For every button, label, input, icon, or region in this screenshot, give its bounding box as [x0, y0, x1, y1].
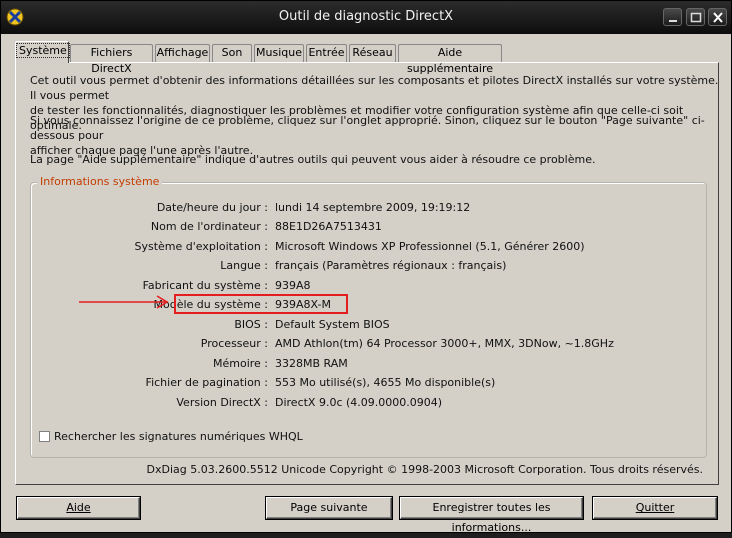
- annotation-highlight-box: [174, 294, 348, 314]
- tab-entree[interactable]: Entrée: [306, 44, 347, 62]
- value-memoire: 3328MB RAM: [275, 357, 348, 370]
- value-fabricant: 939A8: [275, 279, 311, 292]
- title-bar[interactable]: Outil de diagnostic DirectX: [1, 1, 731, 34]
- maximize-icon: [690, 12, 702, 23]
- label-version-directx: Version DirectX :: [176, 396, 268, 409]
- maximize-button[interactable]: [686, 8, 705, 26]
- tab-systeme[interactable]: Système: [15, 41, 70, 63]
- copyright-footer: DxDiag 5.03.2600.5512 Unicode Copyright …: [146, 463, 703, 476]
- next-page-button[interactable]: Page suivante: [266, 497, 392, 519]
- group-title: Informations système: [37, 175, 163, 188]
- minimize-icon: [669, 20, 677, 22]
- label-processeur: Processeur :: [200, 337, 268, 350]
- label-pagination: Fichier de pagination :: [145, 376, 268, 389]
- whql-checkbox[interactable]: [39, 431, 50, 442]
- value-date-heure: lundi 14 septembre 2009, 19:19:12: [275, 201, 471, 214]
- label-langue: Langue :: [220, 259, 268, 272]
- tab-affichage[interactable]: Affichage: [155, 44, 210, 62]
- annotation-arrow-icon: [79, 295, 169, 309]
- value-langue: français (Paramètres régionaux : françai…: [275, 259, 507, 272]
- tab-reseau[interactable]: Réseau: [349, 44, 396, 62]
- save-all-info-button[interactable]: Enregistrer toutes les informations...: [400, 497, 583, 534]
- label-memoire: Mémoire :: [212, 357, 268, 370]
- dxdiag-window: Outil de diagnostic DirectX Système Fich…: [0, 0, 732, 534]
- quit-button[interactable]: Quitter: [593, 497, 717, 519]
- label-nom-ordinateur: Nom de l'ordinateur :: [150, 220, 268, 233]
- value-nom-ordinateur: 88E1D26A7513431: [275, 220, 382, 233]
- help-button[interactable]: Aide: [17, 497, 140, 519]
- value-bios: Default System BIOS: [275, 318, 390, 331]
- tab-aide-supplementaire[interactable]: Aide supplémentaire: [398, 44, 502, 75]
- close-button[interactable]: [708, 8, 727, 26]
- label-date-heure: Date/heure du jour :: [156, 201, 268, 214]
- value-pagination: 553 Mo utilisé(s), 4655 Mo disponible(s): [275, 376, 496, 389]
- value-version-directx: DirectX 9.0c (4.09.0000.0904): [275, 396, 443, 409]
- value-systeme-exploitation: Microsoft Windows XP Professionnel (5.1,…: [275, 240, 585, 253]
- minimize-button[interactable]: [663, 8, 682, 26]
- intro-paragraph-3: La page "Aide supplémentaire" indique d'…: [30, 153, 596, 166]
- label-systeme-exploitation: Système d'exploitation :: [134, 240, 268, 253]
- tab-musique[interactable]: Musique: [254, 44, 304, 62]
- systeme-tab-panel: Cet outil vous permet d'obtenir des info…: [15, 62, 719, 485]
- window-title: Outil de diagnostic DirectX: [278, 9, 454, 24]
- tab-fichiers-directx[interactable]: Fichiers DirectX: [70, 44, 153, 75]
- label-bios: BIOS :: [234, 318, 268, 331]
- value-processeur: AMD Athlon(tm) 64 Processor 3000+, MMX, …: [275, 337, 614, 350]
- close-icon: [713, 12, 723, 23]
- label-fabricant: Fabricant du système :: [142, 279, 268, 292]
- tab-son[interactable]: Son: [212, 44, 252, 62]
- whql-checkbox-label[interactable]: Rechercher les signatures numériques WHQ…: [54, 430, 303, 443]
